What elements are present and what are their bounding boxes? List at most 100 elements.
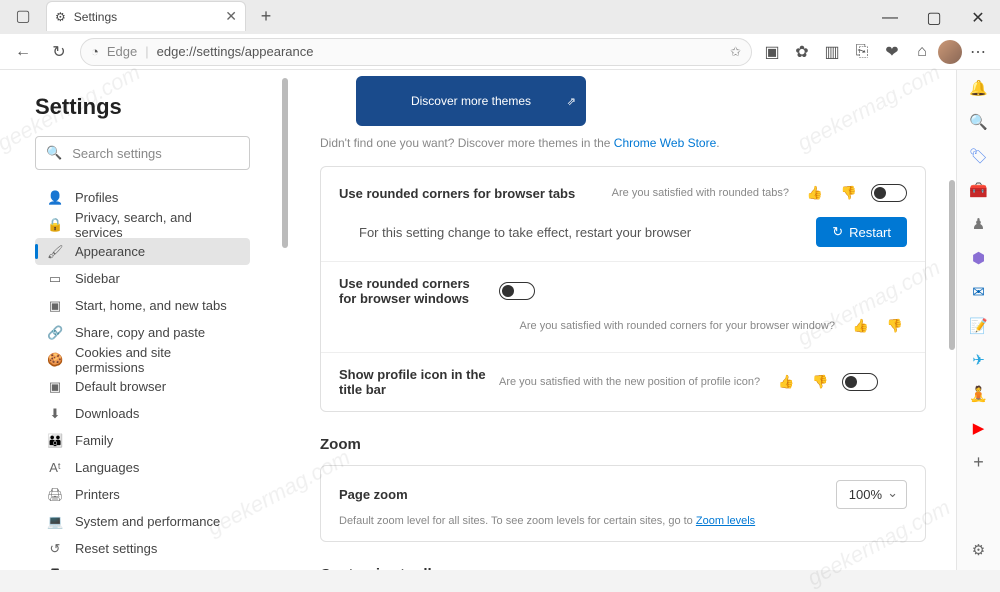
sidebar-item-cookies-and-site-permissions[interactable]: 🍪Cookies and site permissions	[35, 346, 250, 373]
nav-icon: ↺	[47, 541, 63, 557]
gear-icon: ⚙	[55, 10, 66, 24]
sidebar-item-appearance[interactable]: 🖌Appearance	[35, 238, 250, 265]
search-placeholder: Search settings	[72, 146, 162, 161]
new-tab-button[interactable]: +	[252, 2, 280, 30]
sidebar-scrollbar[interactable]	[282, 78, 288, 248]
rounded-windows-label: Use rounded corners for browser windows	[339, 276, 489, 306]
add-rail-icon[interactable]: +	[969, 452, 989, 472]
extensions-menu-icon[interactable]: ✿	[788, 37, 816, 67]
nav-icon: 👤	[47, 190, 63, 206]
thumbs-up-icon[interactable]: 👍	[803, 181, 827, 205]
person-icon[interactable]: 🧘	[969, 384, 989, 404]
nav-icon: 🍪	[47, 352, 63, 368]
url-text: edge://settings/appearance	[157, 44, 314, 59]
thumbs-down-icon[interactable]: 👎	[883, 314, 907, 338]
maximize-button[interactable]: ▢	[912, 2, 956, 34]
url-input[interactable]: ◔ Edge | edge://settings/appearance ✩	[80, 38, 752, 66]
thumbs-up-icon[interactable]: 👍	[774, 370, 798, 394]
sidebar-item-downloads[interactable]: ⬇Downloads	[35, 400, 250, 427]
extension-icon[interactable]: ▣	[758, 37, 786, 67]
page-title: Settings	[35, 94, 290, 120]
performance-icon[interactable]: ❤	[878, 37, 906, 67]
nav-icon: 🖨	[47, 487, 63, 503]
external-link-icon: ⇗	[567, 95, 576, 108]
zoom-levels-link[interactable]: Zoom levels	[696, 515, 755, 527]
theme-banner[interactable]: Discover more themes ⇗	[356, 76, 586, 126]
home-icon[interactable]: ⌂	[908, 37, 936, 67]
main-scrollbar[interactable]	[949, 180, 955, 350]
games-icon[interactable]: ♟	[969, 214, 989, 234]
edge-icon: ◔	[91, 44, 99, 59]
nav-icon: ▣	[47, 298, 63, 314]
restart-button[interactable]: ↻ Restart	[816, 217, 907, 247]
zoom-heading: Zoom	[320, 436, 926, 453]
appearance-card: Use rounded corners for browser tabs Are…	[320, 166, 926, 412]
profile-icon-toggle[interactable]	[842, 373, 878, 391]
profile-icon-label: Show profile icon in the title bar	[339, 367, 489, 397]
nav-icon: 💻	[47, 514, 63, 530]
url-brand: Edge	[107, 44, 137, 59]
send-icon[interactable]: ✈	[969, 350, 989, 370]
sidebar-item-default-browser[interactable]: ▣Default browser	[35, 373, 250, 400]
rounded-tabs-label: Use rounded corners for browser tabs	[339, 186, 602, 201]
sidebar-item-system-and-performance[interactable]: 💻System and performance	[35, 508, 250, 535]
tools-icon[interactable]: 🧰	[969, 180, 989, 200]
sidebar-item-phone-and-other-devices[interactable]: 📱Phone and other devices	[35, 562, 250, 570]
nav-icon: 🖌	[47, 244, 63, 260]
sidebar-item-family[interactable]: 👪Family	[35, 427, 250, 454]
search-icon: 🔍	[46, 145, 62, 161]
rail-settings-icon[interactable]: ⚙	[969, 540, 989, 560]
youtube-icon[interactable]: ▶	[969, 418, 989, 438]
rounded-windows-toggle[interactable]	[499, 282, 535, 300]
sidebar-item-printers[interactable]: 🖨Printers	[35, 481, 250, 508]
address-bar: ← ↻ ◔ Edge | edge://settings/appearance …	[0, 34, 1000, 70]
sidebar-item-profiles[interactable]: 👤Profiles	[35, 184, 250, 211]
search-icon[interactable]: 🔍	[969, 112, 989, 132]
settings-sidebar: Settings 🔍 Search settings 👤Profiles🔒Pri…	[0, 70, 290, 570]
nav-icon: ▣	[47, 379, 63, 395]
theme-subtitle: Didn't find one you want? Discover more …	[320, 136, 926, 150]
close-icon[interactable]: ✕	[225, 8, 237, 25]
nav-icon: Aᵗ	[47, 460, 63, 475]
page-zoom-label: Page zoom	[339, 487, 836, 502]
sidebar-item-share-copy-and-paste[interactable]: 🔗Share, copy and paste	[35, 319, 250, 346]
sidebar-item-sidebar[interactable]: ▭Sidebar	[35, 265, 250, 292]
shopping-icon[interactable]: 🏷	[969, 146, 989, 166]
search-input[interactable]: 🔍 Search settings	[35, 136, 250, 170]
thumbs-down-icon[interactable]: 👎	[808, 370, 832, 394]
notes-icon[interactable]: 📝	[969, 316, 989, 336]
outlook-icon[interactable]: ✉	[969, 282, 989, 302]
more-menu-icon[interactable]: ⋯	[964, 37, 992, 67]
nav-icon: ⬇	[47, 406, 63, 422]
office-icon[interactable]: ⬢	[969, 248, 989, 268]
chrome-store-link[interactable]: Chrome Web Store	[614, 136, 717, 150]
browser-tab[interactable]: ⚙ Settings ✕	[46, 1, 246, 31]
close-window-button[interactable]: ✕	[956, 2, 1000, 34]
title-bar: ▢ ⚙ Settings ✕ + — ▢ ✕	[0, 0, 1000, 34]
collections-icon[interactable]: ▥	[818, 37, 846, 67]
tab-actions-icon[interactable]: ▢	[14, 7, 32, 25]
sidebar-item-languages[interactable]: AᵗLanguages	[35, 454, 250, 481]
bell-icon[interactable]: 🔔	[969, 78, 989, 98]
nav-icon: 🔗	[47, 325, 63, 341]
minimize-button[interactable]: —	[868, 2, 912, 34]
sync-icon[interactable]: ⎘	[848, 37, 876, 67]
restart-icon: ↻	[832, 224, 843, 240]
customize-heading: Customize toolbar	[320, 566, 926, 570]
sidebar-item-privacy-search-and-services[interactable]: 🔒Privacy, search, and services	[35, 211, 250, 238]
refresh-button[interactable]: ↻	[44, 37, 74, 67]
back-button[interactable]: ←	[8, 37, 38, 67]
tab-title: Settings	[74, 10, 117, 24]
sidebar-rail: 🔔 🔍 🏷 🧰 ♟ ⬢ ✉ 📝 ✈ 🧘 ▶ + ⚙	[956, 70, 1000, 570]
rounded-tabs-toggle[interactable]	[871, 184, 907, 202]
thumbs-up-icon[interactable]: 👍	[849, 314, 873, 338]
favorite-icon[interactable]: ✩	[730, 44, 741, 60]
sidebar-item-reset-settings[interactable]: ↺Reset settings	[35, 535, 250, 562]
nav-icon: 👪	[47, 433, 63, 449]
settings-main: Discover more themes ⇗ Didn't find one y…	[290, 70, 956, 570]
thumbs-down-icon[interactable]: 👎	[837, 181, 861, 205]
sidebar-item-start-home-and-new-tabs[interactable]: ▣Start, home, and new tabs	[35, 292, 250, 319]
profile-avatar[interactable]	[938, 40, 962, 64]
nav-icon: ▭	[47, 271, 63, 287]
zoom-select[interactable]: 100%	[836, 480, 907, 509]
